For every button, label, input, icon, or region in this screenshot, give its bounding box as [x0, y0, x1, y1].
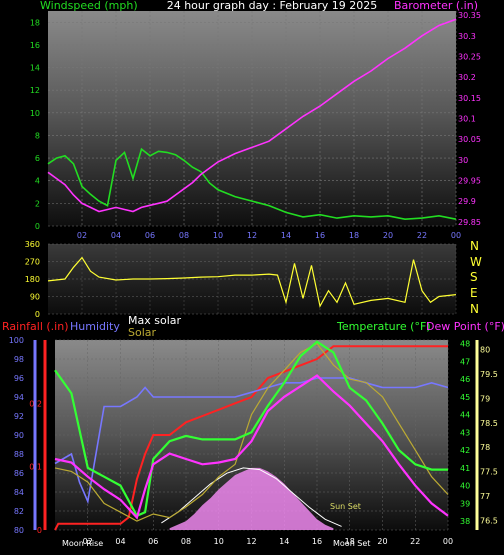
temp-tick-label: 45: [460, 393, 470, 402]
compass-w: W: [470, 255, 482, 269]
windspeed-label: Windspeed (mph): [40, 0, 138, 12]
baro-tick-label: 29.9: [458, 197, 476, 206]
direction-tick-label: 360: [25, 240, 40, 249]
baro-tick-label: 30.15: [458, 94, 481, 103]
temp-tick-label: 40: [460, 482, 470, 491]
humidity-tick-label: 100: [9, 336, 24, 345]
wind-tick-label: 14: [30, 64, 40, 73]
humidity-tick-label: 82: [14, 507, 24, 516]
moonrise-label: Moon Rise: [62, 539, 103, 548]
x-tick-label: 20: [383, 231, 393, 240]
temp-tick-label: 41: [460, 464, 470, 473]
baro-tick-label: 30.3: [458, 32, 476, 41]
humidity-tick-label: 96: [14, 374, 24, 383]
barometer-label: Barometer (.in): [394, 0, 478, 12]
x-tick-label: 08: [181, 537, 191, 546]
temp-outer-tick-label: 80: [480, 346, 490, 355]
sunset-label: Sun Set: [330, 502, 361, 511]
temp-outer-tick-label: 78.5: [480, 419, 498, 428]
temp-outer-tick-label: 79: [480, 394, 490, 403]
x-tick-label: 00: [443, 537, 453, 546]
x-tick-label: 18: [349, 231, 359, 240]
wind-tick-label: 10: [30, 109, 40, 118]
x-tick-label: 22: [417, 231, 427, 240]
baro-tick-label: 30.2: [458, 73, 476, 82]
direction-tick-label: 90: [30, 293, 40, 302]
baro-tick-label: 30.35: [458, 11, 481, 20]
humidity-tick-label: 80: [14, 526, 24, 535]
x-tick-label: 14: [279, 537, 289, 546]
direction-tick-label: 270: [25, 258, 40, 267]
weather-graph: 02468101214161829.8529.929.953030.0530.1…: [2, 0, 504, 548]
x-tick-label: 00: [451, 231, 461, 240]
humidity-tick-label: 86: [14, 469, 24, 478]
moonset-label: Moon Set: [333, 539, 370, 548]
x-tick-label: 06: [148, 537, 158, 546]
temp-tick-label: 39: [460, 499, 470, 508]
dewpoint-label: Dew Point (°F): [426, 320, 504, 333]
humidity-tick-label: 94: [14, 393, 24, 402]
humidity-tick-label: 88: [14, 450, 24, 459]
wind-tick-label: 0: [35, 222, 40, 231]
compass-n-bottom: N: [470, 302, 479, 316]
compass-n-top: N: [470, 239, 479, 253]
x-tick-label: 10: [213, 231, 223, 240]
baro-tick-label: 30.25: [458, 52, 481, 61]
temp-tick-label: 48: [460, 340, 470, 349]
temp-tick-label: 43: [460, 428, 470, 437]
x-tick-label: 02: [77, 231, 87, 240]
wind-tick-label: 2: [35, 199, 40, 208]
rainfall-label: Rainfall (.in): [2, 320, 69, 333]
x-tick-label: 06: [145, 231, 155, 240]
baro-tick-label: 29.95: [458, 177, 481, 186]
humidity-tick-label: 84: [14, 488, 24, 497]
x-tick-label: 20: [377, 537, 387, 546]
temp-tick-label: 42: [460, 446, 470, 455]
rain-tick-label: 0: [37, 526, 42, 535]
baro-tick-label: 30.05: [458, 135, 481, 144]
x-tick-label: 12: [247, 231, 257, 240]
x-tick-label: 10: [214, 537, 224, 546]
humidity-label: Humidity: [70, 320, 120, 333]
temp-outer-tick-label: 78: [480, 443, 490, 452]
compass-e: E: [470, 286, 478, 300]
chart-title: 24 hour graph day : February 19 2025: [167, 0, 378, 12]
x-tick-label: 08: [179, 231, 189, 240]
temp-tick-label: 47: [460, 357, 470, 366]
wind-tick-label: 6: [35, 154, 40, 163]
humidity-tick-label: 92: [14, 412, 24, 421]
temp-outer-tick-label: 77: [480, 492, 490, 501]
wind-tick-label: 16: [30, 41, 40, 50]
x-tick-label: 12: [246, 537, 256, 546]
direction-tick-label: 0: [35, 310, 40, 319]
x-tick-label: 04: [115, 537, 125, 546]
x-tick-label: 16: [315, 231, 325, 240]
wind-tick-label: 8: [35, 131, 40, 140]
temp-tick-label: 46: [460, 375, 470, 384]
humidity-tick-label: 98: [14, 355, 24, 364]
temp-outer-tick-label: 76.5: [480, 516, 498, 525]
wind-tick-label: 4: [35, 177, 40, 186]
wind-tick-label: 12: [30, 86, 40, 95]
x-tick-label: 04: [111, 231, 121, 240]
temp-tick-label: 38: [460, 517, 470, 526]
compass-s: S: [470, 270, 478, 284]
temp-tick-label: 44: [460, 411, 470, 420]
humidity-tick-label: 90: [14, 431, 24, 440]
baro-tick-label: 29.85: [458, 218, 481, 227]
temp-outer-tick-label: 79.5: [480, 370, 498, 379]
temp-outer-tick-label: 77.5: [480, 468, 498, 477]
temperature-label: Temperature (°F): [336, 320, 431, 333]
direction-tick-label: 180: [25, 275, 40, 284]
solar-label: Solar: [128, 326, 157, 339]
wind-tick-label: 18: [30, 18, 40, 27]
x-tick-label: 16: [312, 537, 322, 546]
baro-tick-label: 30.1: [458, 115, 476, 124]
baro-tick-label: 30: [458, 156, 468, 165]
x-tick-label: 22: [410, 537, 420, 546]
x-tick-label: 14: [281, 231, 291, 240]
